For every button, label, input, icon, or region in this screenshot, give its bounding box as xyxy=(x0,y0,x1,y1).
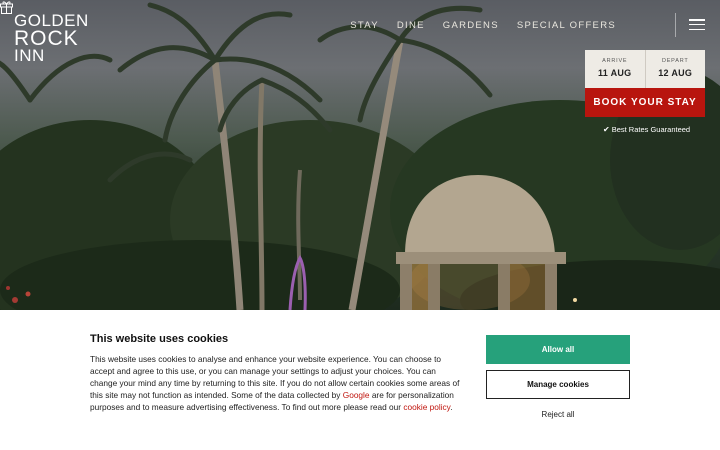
best-rates-note: ✔ Best Rates Guaranteed xyxy=(603,125,690,134)
allow-all-button[interactable]: Allow all xyxy=(486,335,630,364)
date-selector: ARRIVE 11 AUG DEPART 12 AUG xyxy=(585,50,705,88)
nav-gardens[interactable]: GARDENS xyxy=(443,20,499,31)
booking-widget: ARRIVE 11 AUG DEPART 12 AUG BOOK YOUR ST… xyxy=(585,50,705,117)
hero-photo-scene xyxy=(0,2,720,310)
menu-icon[interactable] xyxy=(689,19,705,30)
depart-date[interactable]: DEPART 12 AUG xyxy=(644,50,706,88)
best-rates-text: Best Rates Guaranteed xyxy=(611,125,691,134)
nav-stay[interactable]: STAY xyxy=(350,20,379,31)
logo-line-3: INN xyxy=(14,45,45,65)
cookie-description: This website uses cookies to analyse and… xyxy=(90,353,465,413)
arrive-value: 11 AUG xyxy=(598,68,632,78)
arrive-date[interactable]: ARRIVE 11 AUG xyxy=(585,50,645,88)
gift-icon[interactable] xyxy=(0,0,13,14)
cookie-policy-link[interactable]: cookie policy xyxy=(403,402,450,412)
reject-all-button[interactable]: Reject all xyxy=(486,406,630,422)
hero-image: GOLDEN ROCK INN STAY DINE GARDENS SPECIA… xyxy=(0,0,720,310)
header-divider xyxy=(675,13,676,37)
book-your-stay-button[interactable]: BOOK YOUR STAY xyxy=(585,88,705,117)
google-link[interactable]: Google xyxy=(343,390,370,400)
nav-special-offers[interactable]: SPECIAL OFFERS xyxy=(517,20,616,31)
cookie-text-3: . xyxy=(450,402,453,412)
cookie-banner: This website uses cookies This website u… xyxy=(0,310,720,450)
main-navigation: STAY DINE GARDENS SPECIAL OFFERS xyxy=(332,20,616,31)
check-icon: ✔ xyxy=(603,125,610,134)
golden-rock-inn-logo[interactable]: GOLDEN ROCK INN xyxy=(14,12,89,65)
arrive-label: ARRIVE xyxy=(602,58,628,64)
cookie-title: This website uses cookies xyxy=(90,333,229,345)
nav-dine[interactable]: DINE xyxy=(397,20,425,31)
manage-cookies-button[interactable]: Manage cookies xyxy=(486,370,630,399)
depart-label: DEPART xyxy=(661,58,689,64)
depart-value: 12 AUG xyxy=(658,68,693,78)
